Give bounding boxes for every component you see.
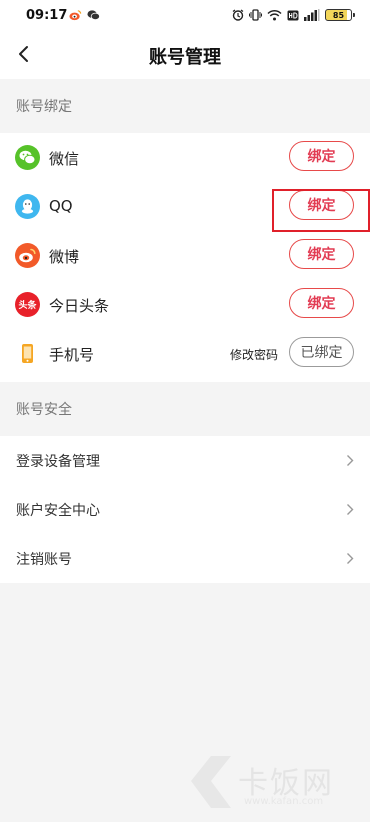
weibo-icon xyxy=(69,10,82,21)
toutiao-icon: 头条 xyxy=(15,292,40,317)
alarm-icon xyxy=(232,9,244,21)
bind-wechat-button[interactable]: 绑定 xyxy=(289,141,354,171)
security-list: 登录设备管理 账户安全中心 注销账号 xyxy=(0,436,370,583)
battery-icon: 85 xyxy=(325,9,355,21)
binding-name-wechat: 微信 xyxy=(49,150,80,168)
binding-name-weibo: 微博 xyxy=(49,248,80,266)
signal-icon xyxy=(304,9,320,21)
section-header-binding: 账号绑定 xyxy=(0,79,370,133)
nav-bar: 账号管理 xyxy=(0,30,370,79)
section-title-binding: 账号绑定 xyxy=(16,99,72,115)
chevron-right-icon xyxy=(347,455,354,466)
change-password-link[interactable]: 修改密码 xyxy=(230,346,278,363)
chevron-right-icon xyxy=(347,553,354,564)
toutiao-icon-text: 头条 xyxy=(18,299,37,311)
chevron-right-icon xyxy=(347,504,354,515)
list-item-security-center[interactable]: 账户安全中心 xyxy=(0,485,370,534)
list-item-device-management[interactable]: 登录设备管理 xyxy=(0,436,370,485)
phone-icon xyxy=(22,344,33,363)
bind-weibo-button[interactable]: 绑定 xyxy=(289,239,354,269)
watermark: 卡饭网 www.kafan.com xyxy=(186,740,370,820)
page-title: 账号管理 xyxy=(149,47,221,68)
hd-icon xyxy=(287,10,299,20)
status-time: 09:17 xyxy=(26,8,68,23)
list-item-delete-account[interactable]: 注销账号 xyxy=(0,534,370,583)
wechat-icon xyxy=(15,145,40,170)
battery-level: 85 xyxy=(332,10,345,20)
binding-row-wechat: 微信 绑定 xyxy=(0,133,370,182)
binding-name-phone: 手机号 xyxy=(49,346,95,364)
qq-icon xyxy=(15,194,40,219)
wifi-icon xyxy=(267,9,282,21)
binding-row-qq: QQ 绑定 xyxy=(0,182,370,231)
section-header-security: 账号安全 xyxy=(0,382,370,436)
watermark-url: www.kafan.com xyxy=(244,796,324,807)
bind-qq-button[interactable]: 绑定 xyxy=(289,190,354,220)
watermark-logo-icon xyxy=(191,756,231,808)
section-title-security: 账号安全 xyxy=(16,402,72,418)
binding-name-toutiao: 今日头条 xyxy=(49,297,110,315)
binding-row-toutiao: 头条 今日头条 绑定 xyxy=(0,280,370,329)
weibo-icon xyxy=(15,243,40,268)
phone-bound-button[interactable]: 已绑定 xyxy=(289,337,354,367)
binding-row-weibo: 微博 绑定 xyxy=(0,231,370,280)
binding-row-phone: 手机号 修改密码 已绑定 xyxy=(0,329,370,378)
binding-list: 微信 绑定 QQ 绑定 微博 绑定 头条 今日头条 绑定 手机号 修改密码 已绑… xyxy=(0,133,370,382)
vibrate-icon xyxy=(249,9,262,21)
list-label-security-center: 账户安全中心 xyxy=(16,503,100,519)
bind-toutiao-button[interactable]: 绑定 xyxy=(289,288,354,318)
list-label-delete-account: 注销账号 xyxy=(16,552,72,568)
system-status-icons: 85 xyxy=(232,8,355,22)
binding-name-qq: QQ xyxy=(49,197,73,215)
wechat-icon xyxy=(87,10,100,21)
status-bar: 09:17 85 xyxy=(0,0,370,30)
list-label-device-management: 登录设备管理 xyxy=(16,454,100,470)
